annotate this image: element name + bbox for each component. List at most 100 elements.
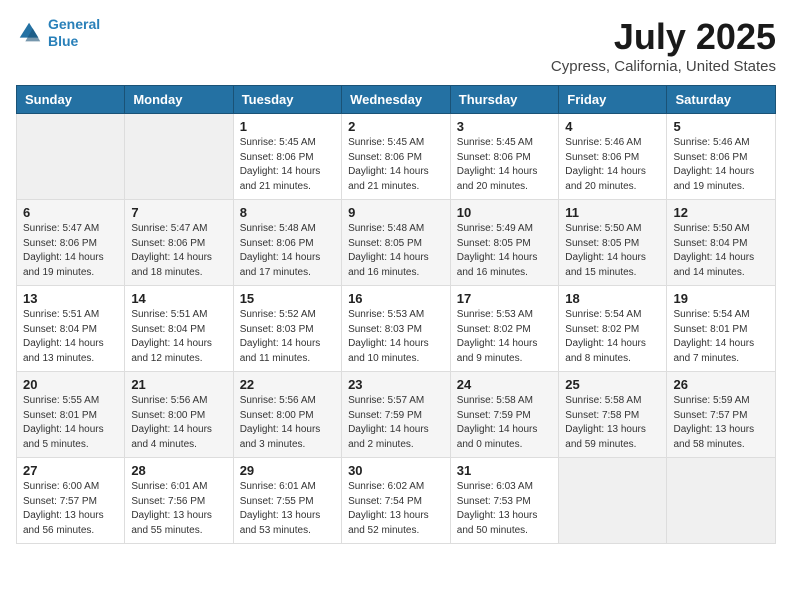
- weekday-header-friday: Friday: [559, 86, 667, 114]
- day-info: Sunrise: 6:01 AM Sunset: 7:56 PM Dayligh…: [131, 480, 226, 538]
- calendar-cell: 1 Sunrise: 5:45 AM Sunset: 8:06 PM Daylig…: [233, 114, 341, 200]
- day-info: Sunrise: 5:48 AM Sunset: 8:05 PM Dayligh…: [348, 222, 444, 280]
- day-info: Sunrise: 5:54 AM Sunset: 8:01 PM Dayligh…: [673, 308, 769, 366]
- day-number: 21: [131, 377, 226, 392]
- calendar-cell: [667, 458, 776, 544]
- day-info: Sunrise: 5:53 AM Sunset: 8:03 PM Dayligh…: [348, 308, 444, 366]
- day-info: Sunrise: 5:45 AM Sunset: 8:06 PM Dayligh…: [348, 136, 444, 194]
- calendar-cell: 24 Sunrise: 5:58 AM Sunset: 7:59 PM Dayli…: [450, 372, 559, 458]
- day-info: Sunrise: 5:58 AM Sunset: 7:59 PM Dayligh…: [457, 394, 553, 452]
- day-number: 15: [240, 291, 335, 306]
- calendar-cell: 27Sunrise: 6:00 AM Sunset: 7:57 PM Dayli…: [17, 458, 125, 544]
- day-info: Sunrise: 5:53 AM Sunset: 8:02 PM Dayligh…: [457, 308, 553, 366]
- day-number: 7: [131, 205, 226, 220]
- week-row-1: 1 Sunrise: 5:45 AM Sunset: 8:06 PM Daylig…: [17, 114, 776, 200]
- day-info: Sunrise: 5:59 AM Sunset: 7:57 PM Dayligh…: [673, 394, 769, 452]
- day-info: Sunrise: 5:52 AM Sunset: 8:03 PM Dayligh…: [240, 308, 335, 366]
- calendar-cell: 18 Sunrise: 5:54 AM Sunset: 8:02 PM Dayli…: [559, 286, 667, 372]
- weekday-header-tuesday: Tuesday: [233, 86, 341, 114]
- day-number: 14: [131, 291, 226, 306]
- week-row-3: 13 Sunrise: 5:51 AM Sunset: 8:04 PM Dayli…: [17, 286, 776, 372]
- day-number: 8: [240, 205, 335, 220]
- day-number: 23: [348, 377, 444, 392]
- day-number: 3: [457, 119, 553, 134]
- calendar-cell: 12 Sunrise: 5:50 AM Sunset: 8:04 PM Dayli…: [667, 200, 776, 286]
- calendar-cell: 7 Sunrise: 5:47 AM Sunset: 8:06 PM Daylig…: [125, 200, 233, 286]
- week-row-5: 27Sunrise: 6:00 AM Sunset: 7:57 PM Dayli…: [17, 458, 776, 544]
- logo-line1: General: [48, 16, 100, 32]
- day-number: 12: [673, 205, 769, 220]
- day-number: 9: [348, 205, 444, 220]
- calendar-cell: 21Sunrise: 5:56 AM Sunset: 8:00 PM Dayli…: [125, 372, 233, 458]
- title-block: July 2025 Cypress, California, United St…: [551, 16, 776, 75]
- calendar-cell: [559, 458, 667, 544]
- calendar-cell: 14 Sunrise: 5:51 AM Sunset: 8:04 PM Dayli…: [125, 286, 233, 372]
- calendar-cell: 8 Sunrise: 5:48 AM Sunset: 8:06 PM Daylig…: [233, 200, 341, 286]
- day-info: Sunrise: 5:54 AM Sunset: 8:02 PM Dayligh…: [565, 308, 660, 366]
- logo: General Blue: [16, 16, 100, 50]
- day-info: Sunrise: 5:48 AM Sunset: 8:06 PM Dayligh…: [240, 222, 335, 280]
- week-row-2: 6Sunrise: 5:47 AM Sunset: 8:06 PM Daylig…: [17, 200, 776, 286]
- day-info: Sunrise: 5:50 AM Sunset: 8:04 PM Dayligh…: [673, 222, 769, 280]
- day-info: Sunrise: 5:45 AM Sunset: 8:06 PM Dayligh…: [240, 136, 335, 194]
- day-info: Sunrise: 5:55 AM Sunset: 8:01 PM Dayligh…: [23, 394, 118, 452]
- day-info: Sunrise: 5:46 AM Sunset: 8:06 PM Dayligh…: [565, 136, 660, 194]
- day-number: 31: [457, 463, 553, 478]
- day-info: Sunrise: 5:46 AM Sunset: 8:06 PM Dayligh…: [673, 136, 769, 194]
- weekday-header-saturday: Saturday: [667, 86, 776, 114]
- calendar-cell: 13Sunrise: 5:51 AM Sunset: 8:04 PM Dayli…: [17, 286, 125, 372]
- day-info: Sunrise: 5:50 AM Sunset: 8:05 PM Dayligh…: [565, 222, 660, 280]
- calendar-cell: 17 Sunrise: 5:53 AM Sunset: 8:02 PM Dayli…: [450, 286, 559, 372]
- day-info: Sunrise: 5:47 AM Sunset: 8:06 PM Dayligh…: [131, 222, 226, 280]
- calendar-cell: 20 Sunrise: 5:55 AM Sunset: 8:01 PM Dayli…: [17, 372, 125, 458]
- day-info: Sunrise: 5:49 AM Sunset: 8:05 PM Dayligh…: [457, 222, 553, 280]
- day-info: Sunrise: 5:58 AM Sunset: 7:58 PM Dayligh…: [565, 394, 660, 452]
- calendar-cell: 16 Sunrise: 5:53 AM Sunset: 8:03 PM Dayli…: [342, 286, 451, 372]
- calendar-cell: 31 Sunrise: 6:03 AM Sunset: 7:53 PM Dayli…: [450, 458, 559, 544]
- day-number: 18: [565, 291, 660, 306]
- day-info: Sunrise: 5:51 AM Sunset: 8:04 PM Dayligh…: [131, 308, 226, 366]
- calendar: SundayMondayTuesdayWednesdayThursdayFrid…: [16, 85, 776, 544]
- weekday-header-monday: Monday: [125, 86, 233, 114]
- calendar-cell: 30 Sunrise: 6:02 AM Sunset: 7:54 PM Dayli…: [342, 458, 451, 544]
- day-number: 2: [348, 119, 444, 134]
- day-number: 17: [457, 291, 553, 306]
- page-header: General Blue July 2025 Cypress, Californ…: [16, 16, 776, 75]
- day-number: 26: [673, 377, 769, 392]
- day-info: Sunrise: 5:56 AM Sunset: 8:00 PM Dayligh…: [240, 394, 335, 452]
- calendar-cell: 10Sunrise: 5:49 AM Sunset: 8:05 PM Dayli…: [450, 200, 559, 286]
- calendar-cell: 26 Sunrise: 5:59 AM Sunset: 7:57 PM Dayli…: [667, 372, 776, 458]
- day-number: 4: [565, 119, 660, 134]
- day-info: Sunrise: 6:03 AM Sunset: 7:53 PM Dayligh…: [457, 480, 553, 538]
- day-number: 24: [457, 377, 553, 392]
- weekday-header-thursday: Thursday: [450, 86, 559, 114]
- calendar-cell: 25 Sunrise: 5:58 AM Sunset: 7:58 PM Dayli…: [559, 372, 667, 458]
- week-row-4: 20 Sunrise: 5:55 AM Sunset: 8:01 PM Dayli…: [17, 372, 776, 458]
- day-number: 13: [23, 291, 118, 306]
- calendar-cell: [125, 114, 233, 200]
- calendar-cell: 23Sunrise: 5:57 AM Sunset: 7:59 PM Dayli…: [342, 372, 451, 458]
- subtitle: Cypress, California, United States: [551, 58, 776, 75]
- day-info: Sunrise: 6:01 AM Sunset: 7:55 PM Dayligh…: [240, 480, 335, 538]
- calendar-cell: 29 Sunrise: 6:01 AM Sunset: 7:55 PM Dayli…: [233, 458, 341, 544]
- calendar-cell: 22Sunrise: 5:56 AM Sunset: 8:00 PM Dayli…: [233, 372, 341, 458]
- calendar-cell: 15 Sunrise: 5:52 AM Sunset: 8:03 PM Dayli…: [233, 286, 341, 372]
- weekday-header-sunday: Sunday: [17, 86, 125, 114]
- day-number: 25: [565, 377, 660, 392]
- day-number: 30: [348, 463, 444, 478]
- logo-text: General Blue: [48, 16, 100, 50]
- day-number: 11: [565, 205, 660, 220]
- day-number: 20: [23, 377, 118, 392]
- calendar-cell: 5Sunrise: 5:46 AM Sunset: 8:06 PM Daylig…: [667, 114, 776, 200]
- weekday-header-wednesday: Wednesday: [342, 86, 451, 114]
- day-info: Sunrise: 5:45 AM Sunset: 8:06 PM Dayligh…: [457, 136, 553, 194]
- calendar-cell: 11 Sunrise: 5:50 AM Sunset: 8:05 PM Dayli…: [559, 200, 667, 286]
- day-number: 29: [240, 463, 335, 478]
- day-number: 27: [23, 463, 118, 478]
- day-number: 16: [348, 291, 444, 306]
- day-number: 1: [240, 119, 335, 134]
- calendar-cell: 19 Sunrise: 5:54 AM Sunset: 8:01 PM Dayli…: [667, 286, 776, 372]
- day-number: 28: [131, 463, 226, 478]
- day-info: Sunrise: 6:02 AM Sunset: 7:54 PM Dayligh…: [348, 480, 444, 538]
- day-number: 19: [673, 291, 769, 306]
